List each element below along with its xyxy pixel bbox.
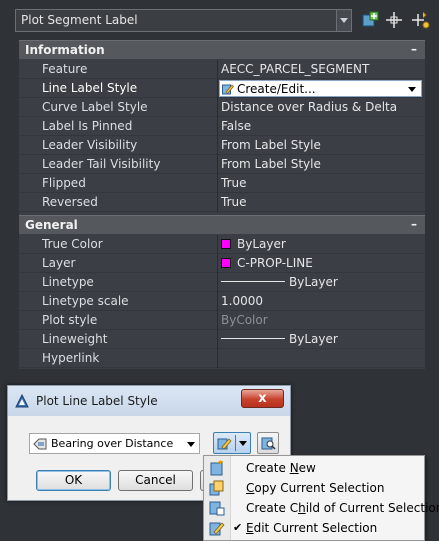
property-row-curve-label-style[interactable]: Curve Label Style Distance over Radius &… xyxy=(19,98,425,117)
property-value: ByLayer xyxy=(289,332,338,346)
style-view-icon xyxy=(261,437,276,450)
property-row-hyperlink[interactable]: Hyperlink xyxy=(19,349,425,368)
color-swatch xyxy=(221,239,231,249)
collapse-icon[interactable]: – xyxy=(411,217,417,231)
label-style-dropdown[interactable]: Bearing over Distance xyxy=(29,433,200,454)
section-title: Information xyxy=(25,43,105,57)
menu-item-create-child[interactable]: Create Child of Current Selection xyxy=(204,498,439,518)
menu-item-create-new[interactable]: Create New xyxy=(204,458,424,478)
color-swatch xyxy=(221,258,231,268)
line-label-style-value: Create/Edit... xyxy=(237,82,316,96)
lineweight-preview xyxy=(221,338,285,339)
add-selection-icon[interactable] xyxy=(360,10,380,30)
property-row-feature: Feature AECC_PARCEL_SEGMENT xyxy=(19,60,425,79)
property-value: C-PROP-LINE xyxy=(237,256,313,270)
property-row-linetype-scale[interactable]: Linetype scale 1.0000 xyxy=(19,292,425,311)
chevron-down-icon[interactable] xyxy=(187,442,195,447)
style-edit-icon xyxy=(217,438,232,450)
property-label: Linetype xyxy=(42,275,94,289)
property-value: AECC_PARCEL_SEGMENT xyxy=(221,62,370,76)
property-label: Plot style xyxy=(42,313,98,327)
properties-palette: Information – Feature AECC_PARCEL_SEGMEN… xyxy=(19,40,425,369)
property-label: Leader Visibility xyxy=(42,138,138,152)
chevron-down-icon[interactable] xyxy=(408,87,416,92)
style-edit-icon xyxy=(222,84,234,95)
property-label: Label Is Pinned xyxy=(42,119,133,133)
property-row-line-label-style[interactable]: Line Label Style Create/Edit... xyxy=(19,79,425,98)
property-value: ByLayer xyxy=(237,237,286,251)
menu-item-label: Create Child of Current Selection xyxy=(246,501,439,515)
property-label: Curve Label Style xyxy=(42,100,148,114)
copy-style-icon xyxy=(209,480,224,496)
linetype-preview xyxy=(221,281,285,282)
section-header-information[interactable]: Information – xyxy=(19,40,425,59)
property-row-reversed[interactable]: Reversed True xyxy=(19,193,425,212)
ok-button[interactable]: OK xyxy=(36,470,111,491)
property-label: Hyperlink xyxy=(42,351,100,365)
properties-toolbar: Plot Segment Label xyxy=(0,0,439,40)
property-label: Layer xyxy=(42,256,76,270)
close-icon: x xyxy=(258,391,267,406)
property-row-label-is-pinned[interactable]: Label Is Pinned False xyxy=(19,117,425,136)
chevron-down-icon[interactable] xyxy=(336,10,351,31)
dialog-title: Plot Line Label Style xyxy=(36,394,158,408)
cancel-button[interactable]: Cancel xyxy=(118,470,193,491)
property-value: False xyxy=(221,119,252,133)
property-value: From Label Style xyxy=(221,157,321,171)
collapse-icon[interactable]: – xyxy=(411,42,417,56)
property-value: True xyxy=(221,176,247,190)
property-label: Reversed xyxy=(42,195,98,209)
property-value: Distance over Radius & Delta xyxy=(221,100,398,114)
civil3d-app-icon xyxy=(15,394,29,408)
property-label: Leader Tail Visibility xyxy=(42,157,161,171)
property-row-true-color[interactable]: True Color ByLayer xyxy=(19,235,425,254)
property-label: Line Label Style xyxy=(42,81,138,95)
menu-item-copy-current-selection[interactable]: Copy Current Selection xyxy=(204,478,424,498)
property-row-plot-style: Plot style ByColor xyxy=(19,311,425,330)
property-row-leader-visibility[interactable]: Leader Visibility From Label Style xyxy=(19,136,425,155)
select-objects-icon[interactable] xyxy=(410,10,430,30)
section-header-general[interactable]: General – xyxy=(19,215,425,234)
menu-item-edit-current-selection[interactable]: ✔ Edit Current Selection xyxy=(204,518,424,538)
property-row-lineweight[interactable]: Lineweight ByLayer xyxy=(19,330,425,349)
close-button[interactable]: x xyxy=(241,389,284,408)
style-edit-split-button[interactable] xyxy=(213,432,251,454)
property-row-linetype[interactable]: Linetype ByLayer xyxy=(19,273,425,292)
line-label-style-dropdown[interactable]: Create/Edit... xyxy=(219,80,422,97)
menu-item-label: Create New xyxy=(246,461,316,475)
style-edit-icon xyxy=(209,522,225,536)
property-label: Feature xyxy=(42,62,88,76)
property-value: ByLayer xyxy=(289,275,338,289)
property-label: Lineweight xyxy=(42,332,108,346)
section-title: General xyxy=(25,218,78,232)
object-type-value: Plot Segment Label xyxy=(21,13,138,27)
style-view-button[interactable] xyxy=(257,432,279,454)
property-value: 1.0000 xyxy=(221,294,263,308)
property-label: True Color xyxy=(42,237,103,251)
label-style-icon xyxy=(33,438,47,450)
menu-item-label: Copy Current Selection xyxy=(246,481,385,495)
create-new-icon xyxy=(210,460,224,476)
property-value: ByColor xyxy=(221,313,268,327)
chevron-down-icon[interactable] xyxy=(239,441,247,446)
property-value: From Label Style xyxy=(221,138,321,152)
object-type-dropdown[interactable]: Plot Segment Label xyxy=(15,9,352,32)
menu-item-label: Edit Current Selection xyxy=(246,521,378,535)
property-row-flipped[interactable]: Flipped True xyxy=(19,174,425,193)
create-child-icon xyxy=(209,501,225,516)
property-row-leader-tail-visibility[interactable]: Leader Tail Visibility From Label Style xyxy=(19,155,425,174)
quick-select-icon[interactable] xyxy=(384,10,404,30)
property-value: True xyxy=(221,195,247,209)
property-label: Flipped xyxy=(42,176,86,190)
style-edit-menu: Create New Copy Current Selection Create… xyxy=(203,455,439,541)
label-style-value: Bearing over Distance xyxy=(51,437,174,450)
checkmark-icon: ✔ xyxy=(233,521,243,534)
property-label: Linetype scale xyxy=(42,294,129,308)
dialog-titlebar[interactable]: Plot Line Label Style x xyxy=(8,386,290,416)
property-row-layer[interactable]: Layer C-PROP-LINE xyxy=(19,254,425,273)
